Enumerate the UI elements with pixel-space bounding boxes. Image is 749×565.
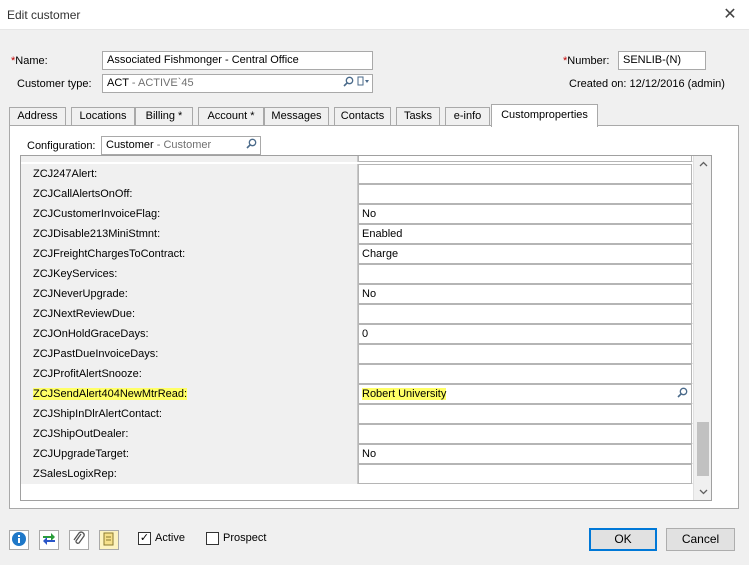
prospect-label: Prospect	[223, 532, 267, 544]
table-row: ZCJCallAlertsOnOff:	[21, 184, 693, 204]
created-on-text: Created on: 12/12/2016 (admin)	[569, 78, 725, 90]
property-value[interactable]	[358, 164, 692, 184]
window-title: Edit customer	[7, 8, 81, 22]
table-row	[21, 156, 693, 162]
scroll-down-icon[interactable]	[694, 484, 711, 500]
property-name	[21, 156, 358, 162]
tab-e-info[interactable]: e-info	[445, 107, 490, 126]
table-row: ZCJOnHoldGraceDays: 0	[21, 324, 693, 344]
dropdown-icon[interactable]	[356, 76, 370, 91]
table-row: ZCJShipOutDealer:	[21, 424, 693, 444]
scroll-up-icon[interactable]	[694, 156, 711, 172]
cancel-button[interactable]: Cancel	[666, 528, 735, 551]
tab-address[interactable]: Address	[9, 107, 66, 126]
table-row: ZCJNeverUpgrade: No	[21, 284, 693, 304]
property-value[interactable]: Charge	[358, 244, 692, 264]
property-name: ZCJOnHoldGraceDays:	[21, 324, 358, 344]
table-row: ZCJ247Alert:	[21, 164, 693, 184]
property-value[interactable]	[358, 464, 692, 484]
name-input[interactable]: Associated Fishmonger - Central Office	[102, 51, 373, 70]
property-value[interactable]	[358, 404, 692, 424]
property-value[interactable]	[358, 264, 692, 284]
property-value[interactable]: 0	[358, 324, 692, 344]
number-input[interactable]: SENLIB-(N)	[618, 51, 706, 70]
ok-button[interactable]: OK	[589, 528, 657, 551]
title-bar: Edit customer ✕	[0, 0, 749, 30]
property-value[interactable]	[358, 424, 692, 444]
property-name: ZCJKeyServices:	[21, 264, 358, 284]
property-name: ZSalesLogixRep:	[21, 464, 358, 484]
property-name: ZCJShipOutDealer:	[21, 424, 358, 444]
table-row: ZCJCustomerInvoiceFlag: No	[21, 204, 693, 224]
configuration-input[interactable]: Customer - Customer	[101, 136, 261, 155]
magnifier-icon[interactable]	[677, 387, 688, 401]
property-value[interactable]: Enabled	[358, 224, 692, 244]
tab-locations[interactable]: Locations	[71, 107, 135, 126]
dialog-footer: ✓ Active Prospect OK Cancel	[0, 520, 749, 560]
property-value[interactable]	[358, 304, 692, 324]
property-name: ZCJProfitAlertSnooze:	[21, 364, 358, 384]
notes-icon[interactable]	[99, 530, 119, 550]
property-name: ZCJFreightChargesToContract:	[21, 244, 358, 264]
property-value[interactable]	[358, 156, 692, 162]
customer-type-input[interactable]: ACT - ACTIVE`45	[102, 74, 373, 93]
active-label: Active	[155, 532, 185, 544]
tab-account[interactable]: Account *	[198, 107, 264, 126]
tab-customproperties[interactable]: Customproperties	[491, 104, 598, 127]
sync-arrows-icon[interactable]	[39, 530, 59, 550]
tab-messages[interactable]: Messages	[264, 107, 329, 126]
table-row: ZCJKeyServices:	[21, 264, 693, 284]
number-label: *Number:	[563, 55, 610, 67]
highlight-mark: ZCJSendAlert404NewMtrRead:	[33, 388, 188, 400]
table-row: ZCJProfitAlertSnooze:	[21, 364, 693, 384]
property-value[interactable]	[358, 364, 692, 384]
name-label: *Name:	[11, 55, 48, 67]
highlight-mark: Robert University	[362, 388, 447, 400]
customproperties-panel: Configuration: Customer - Customer ZCJ24…	[9, 125, 739, 509]
table-row: ZCJPastDueInvoiceDays:	[21, 344, 693, 364]
property-value[interactable]: No	[358, 284, 692, 304]
table-row: ZCJNextReviewDue:	[21, 304, 693, 324]
table-row: ZCJShipInDlrAlertContact:	[21, 404, 693, 424]
paperclip-icon[interactable]	[69, 530, 89, 550]
property-name: ZCJNeverUpgrade:	[21, 284, 358, 304]
table-row-highlighted: ZCJSendAlert404NewMtrRead: Robert Univer…	[21, 384, 693, 404]
tab-tasks[interactable]: Tasks	[396, 107, 440, 126]
tab-contacts[interactable]: Contacts	[334, 107, 391, 126]
property-name: ZCJNextReviewDue:	[21, 304, 358, 324]
property-name: ZCJSendAlert404NewMtrRead:	[21, 384, 358, 404]
property-name: ZCJCustomerInvoiceFlag:	[21, 204, 358, 224]
tab-billing[interactable]: Billing *	[135, 107, 193, 126]
property-name: ZCJ247Alert:	[21, 164, 358, 184]
close-icon[interactable]: ✕	[719, 4, 741, 26]
configuration-label: Configuration:	[27, 140, 96, 152]
property-value[interactable]	[358, 184, 692, 204]
property-name: ZCJCallAlertsOnOff:	[21, 184, 358, 204]
customer-type-label: Customer type:	[17, 78, 92, 90]
table-row: ZSalesLogixRep:	[21, 464, 693, 484]
scroll-thumb[interactable]	[697, 422, 709, 476]
property-name: ZCJDisable213MiniStmnt:	[21, 224, 358, 244]
property-name: ZCJUpgradeTarget:	[21, 444, 358, 464]
info-icon[interactable]	[9, 530, 29, 550]
property-value[interactable]: Robert University	[358, 384, 692, 404]
table-row: ZCJDisable213MiniStmnt: Enabled	[21, 224, 693, 244]
magnifier-icon[interactable]	[244, 138, 258, 153]
property-name: ZCJPastDueInvoiceDays:	[21, 344, 358, 364]
vertical-scrollbar[interactable]	[693, 156, 711, 500]
property-value[interactable]: No	[358, 204, 692, 224]
active-checkbox[interactable]: ✓	[138, 532, 151, 545]
property-grid: ZCJ247Alert: ZCJCallAlertsOnOff: ZCJCust…	[20, 155, 712, 501]
property-value[interactable]	[358, 344, 692, 364]
magnifier-icon[interactable]	[341, 76, 355, 91]
table-row: ZCJFreightChargesToContract: Charge	[21, 244, 693, 264]
table-row: ZCJUpgradeTarget: No	[21, 444, 693, 464]
prospect-checkbox[interactable]	[206, 532, 219, 545]
property-value[interactable]: No	[358, 444, 692, 464]
property-name: ZCJShipInDlrAlertContact:	[21, 404, 358, 424]
